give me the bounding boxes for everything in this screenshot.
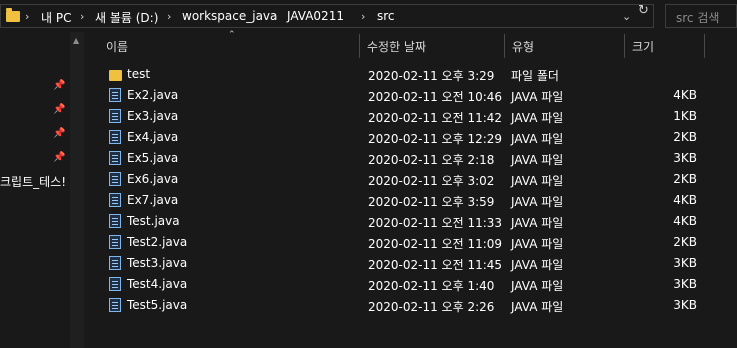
- file-size: 2KB: [673, 130, 697, 144]
- column-divider[interactable]: [359, 34, 360, 58]
- list-item[interactable]: Ex3.java 2020-02-11 오전 11:42 JAVA 파일 1KB: [0, 107, 737, 128]
- java-file-icon: [109, 172, 121, 186]
- file-date: 2020-02-11 오후 3:59: [368, 195, 495, 209]
- breadcrumb-volume-d[interactable]: 새 볼륨 (D:): [95, 9, 158, 26]
- list-item[interactable]: test 2020-02-11 오후 3:29 파일 폴더: [0, 65, 737, 86]
- breadcrumb-separator[interactable]: ›: [167, 10, 171, 23]
- column-divider[interactable]: [504, 34, 505, 58]
- sort-ascending-icon: ⌃: [228, 30, 236, 40]
- java-file-icon: [109, 235, 121, 249]
- breadcrumb-my-pc[interactable]: 내 PC: [41, 9, 71, 26]
- file-size: 1KB: [673, 109, 697, 123]
- file-type: JAVA 파일: [511, 279, 564, 293]
- search-input[interactable]: src 검색: [665, 4, 737, 28]
- java-file-icon: [109, 151, 121, 165]
- list-item[interactable]: Ex7.java 2020-02-11 오후 3:59 JAVA 파일 4KB: [0, 191, 737, 212]
- file-name: Test2.java: [127, 235, 188, 249]
- java-file-icon: [109, 109, 121, 123]
- java-file-icon: [109, 256, 121, 270]
- breadcrumb-workspace-java[interactable]: workspace_java: [182, 9, 277, 23]
- file-date: 2020-02-11 오전 11:09: [368, 237, 503, 251]
- file-type: JAVA 파일: [511, 216, 564, 230]
- address-field[interactable]: › 내 PC › 새 볼륨 (D:) › workspace_java › JA…: [0, 4, 654, 28]
- file-name: Ex6.java: [127, 172, 179, 186]
- list-item[interactable]: Ex5.java 2020-02-11 오후 2:18 JAVA 파일 3KB: [0, 149, 737, 170]
- file-date: 2020-02-11 오전 11:45: [368, 258, 503, 272]
- file-name: test: [127, 67, 151, 81]
- file-type: JAVA 파일: [511, 237, 564, 251]
- file-name: Ex2.java: [127, 88, 179, 102]
- refresh-icon[interactable]: ↻: [638, 3, 649, 18]
- java-file-icon: [109, 130, 121, 144]
- list-item[interactable]: Test2.java 2020-02-11 오전 11:09 JAVA 파일 2…: [0, 233, 737, 254]
- list-item[interactable]: Test.java 2020-02-11 오전 11:33 JAVA 파일 4K…: [0, 212, 737, 233]
- file-name: Test4.java: [127, 277, 188, 291]
- list-item[interactable]: Test5.java 2020-02-11 오후 2:26 JAVA 파일 3K…: [0, 296, 737, 317]
- file-name: Test3.java: [127, 256, 188, 270]
- breadcrumb-separator[interactable]: ›: [25, 10, 29, 23]
- address-bar: › 내 PC › 새 볼륨 (D:) › workspace_java › JA…: [0, 0, 737, 32]
- search-placeholder: src 검색: [676, 11, 720, 25]
- list-item[interactable]: Ex4.java 2020-02-11 오후 12:29 JAVA 파일 2KB: [0, 128, 737, 149]
- breadcrumb-java0211[interactable]: JAVA0211: [287, 9, 344, 23]
- column-header-row: ⌃ 이름 수정한 날짜 유형 크기: [84, 30, 737, 60]
- file-size: 4KB: [673, 88, 697, 102]
- list-item[interactable]: Test4.java 2020-02-11 오후 1:40 JAVA 파일 3K…: [0, 275, 737, 296]
- java-file-icon: [109, 214, 121, 228]
- file-date: 2020-02-11 오전 11:33: [368, 216, 503, 230]
- file-name: Test.java: [127, 214, 180, 228]
- column-divider[interactable]: [704, 34, 705, 58]
- list-item[interactable]: Ex6.java 2020-02-11 오후 3:02 JAVA 파일 2KB: [0, 170, 737, 191]
- file-type: JAVA 파일: [511, 300, 564, 314]
- file-type: JAVA 파일: [511, 258, 564, 272]
- file-size: 2KB: [673, 172, 697, 186]
- file-type: JAVA 파일: [511, 174, 564, 188]
- file-date: 2020-02-11 오후 3:02: [368, 174, 495, 188]
- file-type: JAVA 파일: [511, 153, 564, 167]
- file-size: 4KB: [673, 193, 697, 207]
- column-header-size[interactable]: 크기: [632, 38, 654, 55]
- java-file-icon: [109, 88, 121, 102]
- breadcrumb-separator[interactable]: ›: [80, 10, 84, 23]
- breadcrumb-src[interactable]: src: [377, 9, 395, 23]
- column-divider[interactable]: [624, 34, 625, 58]
- breadcrumb-separator[interactable]: ›: [273, 10, 277, 23]
- file-type: JAVA 파일: [511, 195, 564, 209]
- file-date: 2020-02-11 오전 10:46: [368, 90, 503, 104]
- chevron-down-icon[interactable]: ⌄: [622, 10, 631, 23]
- file-date: 2020-02-11 오후 3:29: [368, 69, 495, 83]
- column-header-name[interactable]: 이름: [106, 38, 128, 55]
- file-type: JAVA 파일: [511, 132, 564, 146]
- java-file-icon: [109, 298, 121, 312]
- scroll-up-icon[interactable]: ▲: [73, 36, 79, 45]
- java-file-icon: [109, 193, 121, 207]
- breadcrumb-separator[interactable]: ›: [361, 10, 365, 23]
- file-size: 3KB: [673, 256, 697, 270]
- folder-icon: [6, 8, 20, 22]
- file-date: 2020-02-11 오후 2:18: [368, 153, 495, 167]
- file-size: 4KB: [673, 214, 697, 228]
- file-name: Ex3.java: [127, 109, 179, 123]
- file-size: 3KB: [673, 277, 697, 291]
- column-header-type[interactable]: 유형: [512, 38, 534, 55]
- file-size: 3KB: [673, 298, 697, 312]
- file-type: JAVA 파일: [511, 90, 564, 104]
- folder-icon: [109, 70, 122, 81]
- java-file-icon: [109, 277, 121, 291]
- file-size: 3KB: [673, 151, 697, 165]
- file-date: 2020-02-11 오후 1:40: [368, 279, 495, 293]
- list-item[interactable]: Test3.java 2020-02-11 오전 11:45 JAVA 파일 3…: [0, 254, 737, 275]
- file-date: 2020-02-11 오후 12:29: [368, 132, 503, 146]
- file-name: Ex5.java: [127, 151, 179, 165]
- file-type: JAVA 파일: [511, 111, 564, 125]
- file-name: Ex4.java: [127, 130, 179, 144]
- file-size: 2KB: [673, 235, 697, 249]
- file-date: 2020-02-11 오후 2:26: [368, 300, 495, 314]
- column-header-date[interactable]: 수정한 날짜: [367, 38, 426, 55]
- file-name: Ex7.java: [127, 193, 179, 207]
- file-type: 파일 폴더: [511, 69, 559, 83]
- list-item[interactable]: Ex2.java 2020-02-11 오전 10:46 JAVA 파일 4KB: [0, 86, 737, 107]
- file-date: 2020-02-11 오전 11:42: [368, 111, 503, 125]
- file-name: Test5.java: [127, 298, 188, 312]
